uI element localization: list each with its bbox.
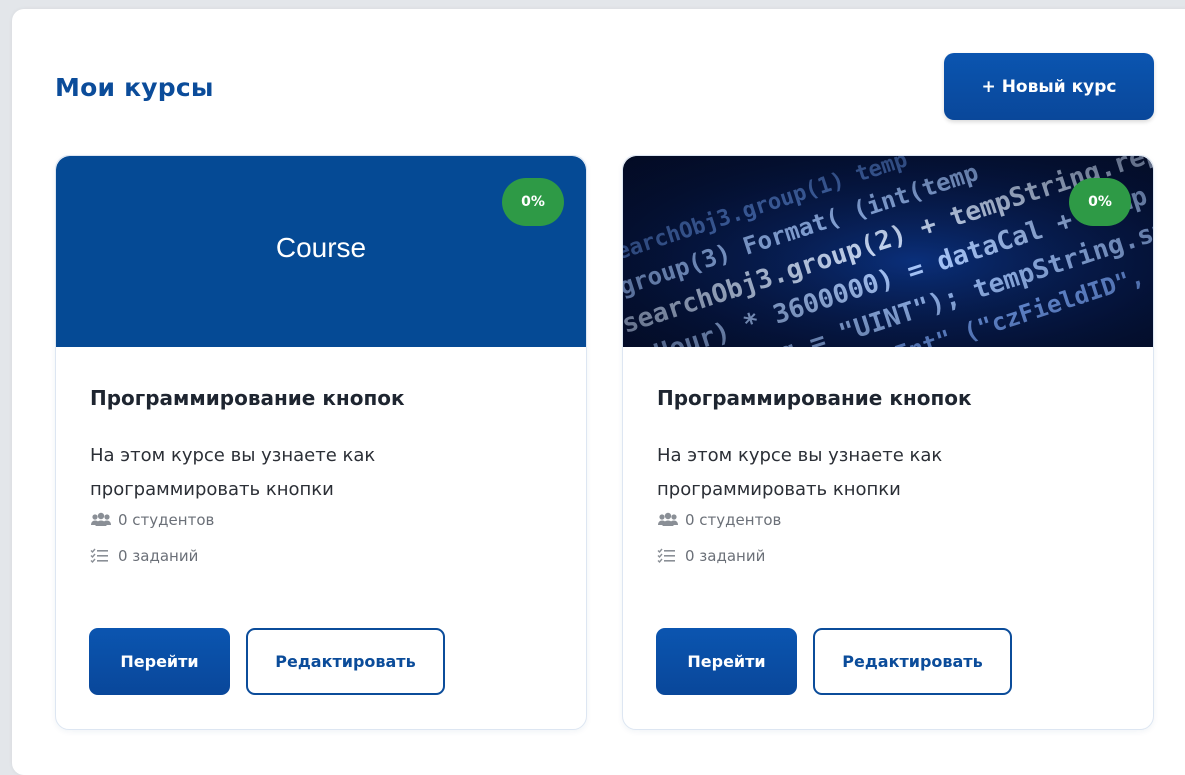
- course-description: На этом курсе вы узнаете как программиро…: [90, 445, 376, 500]
- tasks-label: 0 заданий: [685, 547, 766, 565]
- go-to-course-button[interactable]: Перейти: [656, 628, 797, 695]
- tasks-count: 0 заданий: [90, 547, 198, 565]
- tasks-label: 0 заданий: [118, 547, 199, 565]
- course-card: Course 0% Программирование кнопок На это…: [55, 155, 587, 730]
- cover-text: Course: [275, 232, 367, 263]
- students-count: 0 студентов: [657, 511, 781, 529]
- course-title: Программирование кнопок: [657, 386, 972, 410]
- go-to-course-button[interactable]: Перейти: [89, 628, 230, 695]
- edit-course-button[interactable]: Редактировать: [246, 628, 445, 695]
- progress-badge: 0%: [502, 178, 564, 226]
- students-label: 0 студентов: [118, 511, 215, 529]
- course-card: .searchObj3.group(1) temp 2.group(3) For…: [622, 155, 1154, 730]
- tasks-count: 0 заданий: [657, 547, 765, 565]
- users-icon: [657, 512, 679, 528]
- students-count: 0 студентов: [90, 511, 214, 529]
- edit-course-button[interactable]: Редактировать: [813, 628, 1012, 695]
- course-cover: .searchObj3.group(1) temp 2.group(3) For…: [623, 156, 1153, 347]
- users-icon: [90, 512, 112, 528]
- course-description: На этом курсе вы узнаете как программиро…: [657, 445, 943, 500]
- courses-panel: Мои курсы + Новый курс Course 0% Програм…: [12, 9, 1185, 775]
- page-title: Мои курсы: [55, 73, 214, 102]
- course-cover: Course 0%: [56, 156, 586, 347]
- progress-badge: 0%: [1069, 178, 1131, 226]
- new-course-button[interactable]: + Новый курс: [944, 53, 1154, 120]
- course-title: Программирование кнопок: [90, 386, 405, 410]
- code-screen-image: .searchObj3.group(1) temp 2.group(3) For…: [623, 156, 1153, 347]
- task-list-icon: [657, 548, 679, 564]
- task-list-icon: [90, 548, 112, 564]
- students-label: 0 студентов: [685, 511, 782, 529]
